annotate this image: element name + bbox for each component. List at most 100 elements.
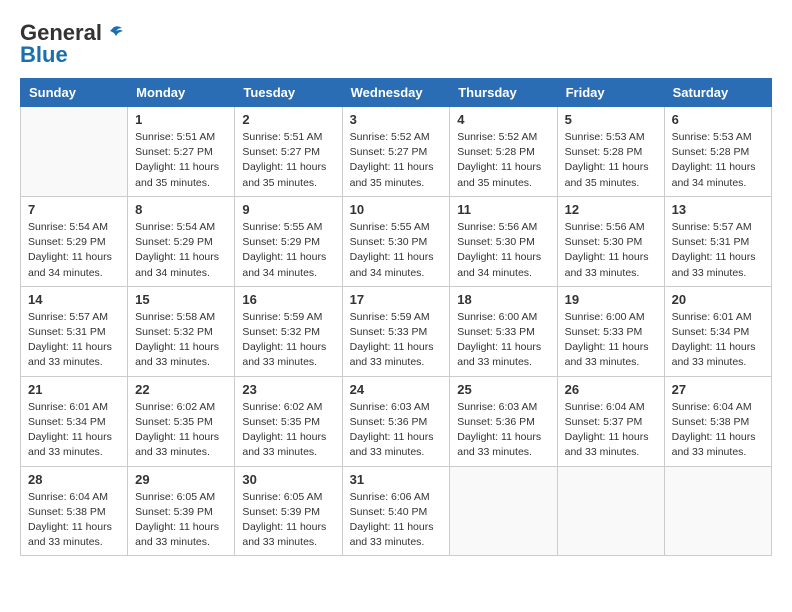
day-info: Sunrise: 6:05 AM Sunset: 5:39 PM Dayligh… [135, 490, 227, 551]
day-info: Sunrise: 5:57 AM Sunset: 5:31 PM Dayligh… [672, 220, 764, 281]
calendar-cell: 1 Sunrise: 5:51 AM Sunset: 5:27 PM Dayli… [128, 107, 235, 197]
page-header: General Blue [20, 20, 772, 68]
calendar-table: SundayMondayTuesdayWednesdayThursdayFrid… [20, 78, 772, 556]
day-number: 24 [350, 382, 443, 397]
calendar-cell: 19 Sunrise: 6:00 AM Sunset: 5:33 PM Dayl… [557, 286, 664, 376]
day-info: Sunrise: 6:03 AM Sunset: 5:36 PM Dayligh… [350, 400, 443, 461]
day-info: Sunrise: 5:53 AM Sunset: 5:28 PM Dayligh… [672, 130, 764, 191]
calendar-cell: 20 Sunrise: 6:01 AM Sunset: 5:34 PM Dayl… [664, 286, 771, 376]
weekday-header: Saturday [664, 79, 771, 107]
calendar-cell: 22 Sunrise: 6:02 AM Sunset: 5:35 PM Dayl… [128, 376, 235, 466]
day-info: Sunrise: 5:55 AM Sunset: 5:30 PM Dayligh… [350, 220, 443, 281]
weekday-header: Thursday [450, 79, 557, 107]
day-info: Sunrise: 5:56 AM Sunset: 5:30 PM Dayligh… [457, 220, 549, 281]
day-info: Sunrise: 6:03 AM Sunset: 5:36 PM Dayligh… [457, 400, 549, 461]
day-info: Sunrise: 6:00 AM Sunset: 5:33 PM Dayligh… [565, 310, 657, 371]
calendar-cell: 28 Sunrise: 6:04 AM Sunset: 5:38 PM Dayl… [21, 466, 128, 556]
day-number: 8 [135, 202, 227, 217]
calendar-cell: 24 Sunrise: 6:03 AM Sunset: 5:36 PM Dayl… [342, 376, 450, 466]
day-number: 12 [565, 202, 657, 217]
day-number: 29 [135, 472, 227, 487]
calendar-cell [450, 466, 557, 556]
day-info: Sunrise: 6:04 AM Sunset: 5:38 PM Dayligh… [672, 400, 764, 461]
day-number: 14 [28, 292, 120, 307]
day-info: Sunrise: 5:52 AM Sunset: 5:28 PM Dayligh… [457, 130, 549, 191]
day-info: Sunrise: 5:54 AM Sunset: 5:29 PM Dayligh… [28, 220, 120, 281]
calendar-cell: 27 Sunrise: 6:04 AM Sunset: 5:38 PM Dayl… [664, 376, 771, 466]
day-number: 21 [28, 382, 120, 397]
day-number: 19 [565, 292, 657, 307]
calendar-cell: 21 Sunrise: 6:01 AM Sunset: 5:34 PM Dayl… [21, 376, 128, 466]
day-info: Sunrise: 5:59 AM Sunset: 5:32 PM Dayligh… [242, 310, 334, 371]
calendar-cell: 4 Sunrise: 5:52 AM Sunset: 5:28 PM Dayli… [450, 107, 557, 197]
calendar-cell: 15 Sunrise: 5:58 AM Sunset: 5:32 PM Dayl… [128, 286, 235, 376]
calendar-cell: 31 Sunrise: 6:06 AM Sunset: 5:40 PM Dayl… [342, 466, 450, 556]
day-number: 11 [457, 202, 549, 217]
day-number: 23 [242, 382, 334, 397]
calendar-cell: 2 Sunrise: 5:51 AM Sunset: 5:27 PM Dayli… [235, 107, 342, 197]
day-number: 9 [242, 202, 334, 217]
day-info: Sunrise: 6:02 AM Sunset: 5:35 PM Dayligh… [242, 400, 334, 461]
calendar-cell [664, 466, 771, 556]
calendar-cell: 8 Sunrise: 5:54 AM Sunset: 5:29 PM Dayli… [128, 196, 235, 286]
day-number: 20 [672, 292, 764, 307]
day-info: Sunrise: 5:57 AM Sunset: 5:31 PM Dayligh… [28, 310, 120, 371]
day-info: Sunrise: 6:05 AM Sunset: 5:39 PM Dayligh… [242, 490, 334, 551]
day-info: Sunrise: 5:59 AM Sunset: 5:33 PM Dayligh… [350, 310, 443, 371]
calendar-cell: 16 Sunrise: 5:59 AM Sunset: 5:32 PM Dayl… [235, 286, 342, 376]
weekday-header: Friday [557, 79, 664, 107]
day-number: 16 [242, 292, 334, 307]
day-number: 13 [672, 202, 764, 217]
logo: General Blue [20, 20, 124, 68]
logo-bird-icon [104, 23, 124, 43]
day-number: 27 [672, 382, 764, 397]
calendar-cell: 29 Sunrise: 6:05 AM Sunset: 5:39 PM Dayl… [128, 466, 235, 556]
day-number: 3 [350, 112, 443, 127]
day-number: 15 [135, 292, 227, 307]
day-info: Sunrise: 6:04 AM Sunset: 5:38 PM Dayligh… [28, 490, 120, 551]
day-number: 1 [135, 112, 227, 127]
weekday-header: Wednesday [342, 79, 450, 107]
day-info: Sunrise: 5:51 AM Sunset: 5:27 PM Dayligh… [242, 130, 334, 191]
day-info: Sunrise: 6:01 AM Sunset: 5:34 PM Dayligh… [672, 310, 764, 371]
day-number: 22 [135, 382, 227, 397]
calendar-cell: 11 Sunrise: 5:56 AM Sunset: 5:30 PM Dayl… [450, 196, 557, 286]
day-info: Sunrise: 5:53 AM Sunset: 5:28 PM Dayligh… [565, 130, 657, 191]
calendar-cell: 6 Sunrise: 5:53 AM Sunset: 5:28 PM Dayli… [664, 107, 771, 197]
day-info: Sunrise: 5:54 AM Sunset: 5:29 PM Dayligh… [135, 220, 227, 281]
calendar-cell: 14 Sunrise: 5:57 AM Sunset: 5:31 PM Dayl… [21, 286, 128, 376]
calendar-cell: 10 Sunrise: 5:55 AM Sunset: 5:30 PM Dayl… [342, 196, 450, 286]
calendar-cell: 7 Sunrise: 5:54 AM Sunset: 5:29 PM Dayli… [21, 196, 128, 286]
day-info: Sunrise: 5:56 AM Sunset: 5:30 PM Dayligh… [565, 220, 657, 281]
day-info: Sunrise: 6:04 AM Sunset: 5:37 PM Dayligh… [565, 400, 657, 461]
day-number: 26 [565, 382, 657, 397]
day-number: 10 [350, 202, 443, 217]
calendar-cell: 18 Sunrise: 6:00 AM Sunset: 5:33 PM Dayl… [450, 286, 557, 376]
day-number: 2 [242, 112, 334, 127]
calendar-cell: 26 Sunrise: 6:04 AM Sunset: 5:37 PM Dayl… [557, 376, 664, 466]
day-info: Sunrise: 6:01 AM Sunset: 5:34 PM Dayligh… [28, 400, 120, 461]
day-info: Sunrise: 6:06 AM Sunset: 5:40 PM Dayligh… [350, 490, 443, 551]
logo-blue: Blue [20, 42, 68, 68]
day-info: Sunrise: 6:02 AM Sunset: 5:35 PM Dayligh… [135, 400, 227, 461]
calendar-cell: 12 Sunrise: 5:56 AM Sunset: 5:30 PM Dayl… [557, 196, 664, 286]
weekday-header: Sunday [21, 79, 128, 107]
day-number: 17 [350, 292, 443, 307]
weekday-header: Tuesday [235, 79, 342, 107]
day-number: 25 [457, 382, 549, 397]
calendar-cell: 9 Sunrise: 5:55 AM Sunset: 5:29 PM Dayli… [235, 196, 342, 286]
day-number: 31 [350, 472, 443, 487]
day-info: Sunrise: 6:00 AM Sunset: 5:33 PM Dayligh… [457, 310, 549, 371]
day-number: 28 [28, 472, 120, 487]
calendar-cell: 30 Sunrise: 6:05 AM Sunset: 5:39 PM Dayl… [235, 466, 342, 556]
day-info: Sunrise: 5:58 AM Sunset: 5:32 PM Dayligh… [135, 310, 227, 371]
calendar-cell: 5 Sunrise: 5:53 AM Sunset: 5:28 PM Dayli… [557, 107, 664, 197]
calendar-cell: 3 Sunrise: 5:52 AM Sunset: 5:27 PM Dayli… [342, 107, 450, 197]
calendar-cell [21, 107, 128, 197]
day-info: Sunrise: 5:55 AM Sunset: 5:29 PM Dayligh… [242, 220, 334, 281]
day-number: 30 [242, 472, 334, 487]
day-info: Sunrise: 5:51 AM Sunset: 5:27 PM Dayligh… [135, 130, 227, 191]
day-number: 18 [457, 292, 549, 307]
day-number: 7 [28, 202, 120, 217]
day-info: Sunrise: 5:52 AM Sunset: 5:27 PM Dayligh… [350, 130, 443, 191]
